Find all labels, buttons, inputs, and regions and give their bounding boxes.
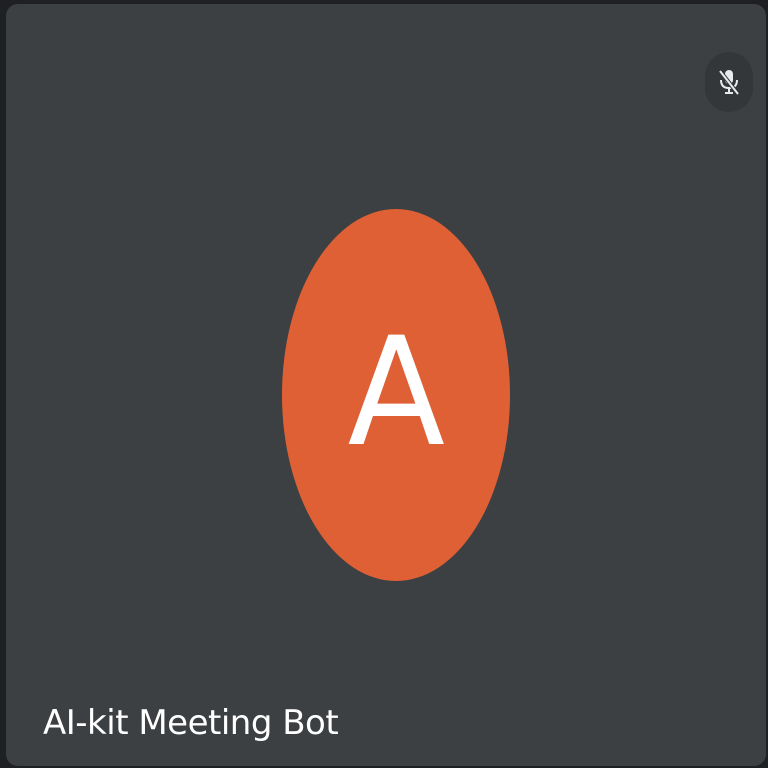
participant-name: AI-kit Meeting Bot: [43, 703, 339, 743]
microphone-off-icon: [716, 67, 742, 97]
avatar: A: [282, 209, 510, 581]
mute-status-badge: [705, 52, 753, 112]
avatar-initial: A: [347, 306, 445, 480]
participant-tile[interactable]: A AI-kit Meeting Bot: [6, 4, 766, 766]
